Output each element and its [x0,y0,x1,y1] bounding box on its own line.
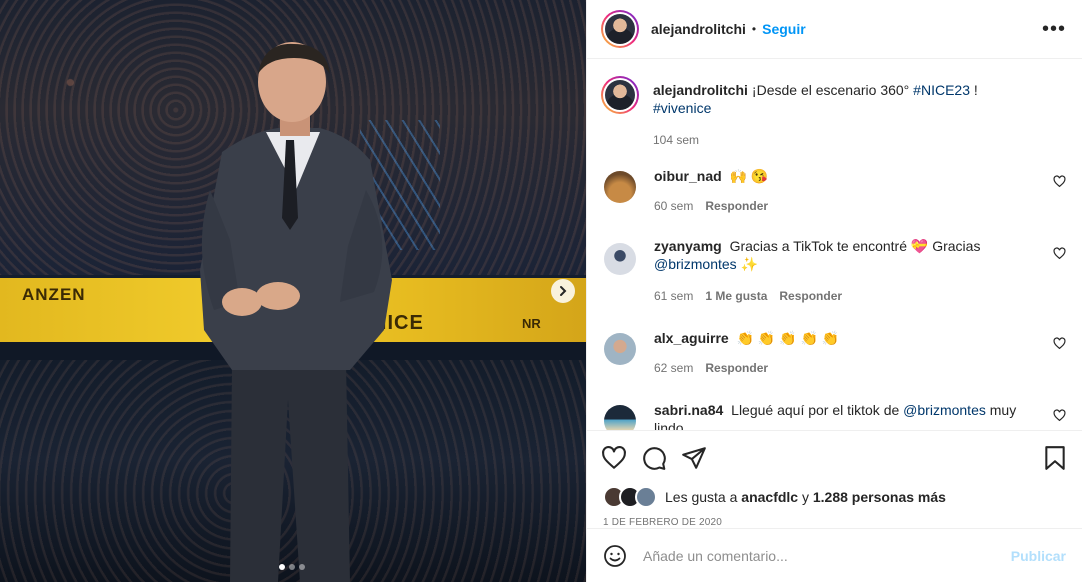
caption-avatar[interactable] [601,76,639,114]
more-options-icon[interactable]: ••• [1042,19,1066,39]
reply-button[interactable]: Responder [705,197,768,215]
comment-text: 👏 👏 👏 👏 👏 [736,330,840,346]
commenter-username[interactable]: alx_aguirre [654,330,729,346]
author-avatar[interactable] [601,10,639,48]
mention-link[interactable]: @brizmontes [903,402,986,418]
comment-text: Llegué aquí por el tiktok de [731,402,900,418]
liker-avatar[interactable] [635,486,657,508]
action-bar [587,431,1082,485]
comment-time: 61 sem [654,289,694,303]
carousel-dot [299,564,305,570]
likes-prefix: Les gusta a [665,489,738,505]
speaker-figure [200,42,392,582]
save-bookmark-icon[interactable] [1042,445,1068,471]
commenter-avatar[interactable] [604,171,636,203]
comment-item: alx_aguirre 👏 👏 👏 👏 👏 62 sem Responder [601,327,1066,377]
chevron-right-icon [560,286,567,296]
like-comment-heart-icon[interactable] [1053,175,1066,188]
author-username[interactable]: alejandrolitchi [651,21,746,37]
like-heart-icon[interactable] [601,445,627,471]
caption: alejandrolitchi ¡Desde el escenario 360° … [601,73,1066,149]
likes-count[interactable]: 1.288 personas más [813,489,946,505]
reply-button[interactable]: Responder [705,359,768,377]
share-paper-plane-icon[interactable] [681,445,707,471]
separator-dot: • [751,22,757,36]
commenter-avatar[interactable] [604,405,636,430]
carousel-indicator [279,564,305,570]
comment-bubble-icon[interactable] [641,445,667,471]
mention-link[interactable]: @brizmontes [654,256,737,272]
next-photo-button[interactable] [551,279,575,303]
like-comment-heart-icon[interactable] [1053,337,1066,350]
follow-button[interactable]: Seguir [762,21,806,37]
reply-button[interactable]: Responder [779,287,842,305]
comment-time: 62 sem [654,361,694,375]
commenter-avatar[interactable] [604,243,636,275]
add-comment-bar: Publicar [587,528,1082,582]
comment-item: sabri.na84 Llegué aquí por el tiktok de … [601,399,1066,430]
commenter-avatar[interactable] [604,333,636,365]
comment-likes-count[interactable]: 1 Me gusta [705,287,767,305]
carousel-dot [279,564,285,570]
caption-text: ¡Desde el escenario 360° [751,82,910,98]
hashtag-link[interactable]: #vivenice [653,100,711,116]
post-date[interactable]: 1 DE FEBRERO DE 2020 [587,509,1082,528]
comment-item: oibur_nad 🙌 😘 60 sem Responder [601,165,1066,215]
comment-item: zyanyamg Gracias a TikTok te encontré 💝 … [601,237,1066,305]
likes-conjunction: y [801,489,809,505]
comment-text: 🙌 😘 [729,168,769,184]
comment-text: ✨ [740,256,759,272]
add-comment-input[interactable] [643,547,1011,564]
post-header: alejandrolitchi • Seguir ••• [587,0,1082,59]
post-photo[interactable]: ANZEN NICE NR [0,0,586,582]
comment-text: Gracias a TikTok te encontré 💝 Gracias [729,238,981,254]
emoji-smiley-icon[interactable] [603,544,627,568]
commenter-username[interactable]: oibur_nad [654,168,722,184]
banner-text-left: ANZEN [22,285,86,304]
post-sidebar: alejandrolitchi • Seguir ••• alejandroli… [586,0,1082,582]
caption-text: ! [973,82,978,98]
likes-summary: Les gusta a anacfdlc y 1.288 personas má… [587,485,1082,509]
like-comment-heart-icon[interactable] [1053,247,1066,260]
banner-text-right: NR [522,316,541,331]
caption-time: 104 sem [653,133,700,147]
like-comment-heart-icon[interactable] [1053,409,1066,422]
comments-list[interactable]: alejandrolitchi ¡Desde el escenario 360° … [587,59,1082,431]
publish-button[interactable]: Publicar [1011,548,1066,564]
liker-username[interactable]: anacfdlc [741,489,798,505]
comment-time: 60 sem [654,199,694,213]
commenter-username[interactable]: sabri.na84 [654,402,723,418]
commenter-username[interactable]: zyanyamg [654,238,722,254]
carousel-dot [289,564,295,570]
hashtag-link[interactable]: #NICE23 [913,82,970,98]
caption-username[interactable]: alejandrolitchi [653,82,748,98]
